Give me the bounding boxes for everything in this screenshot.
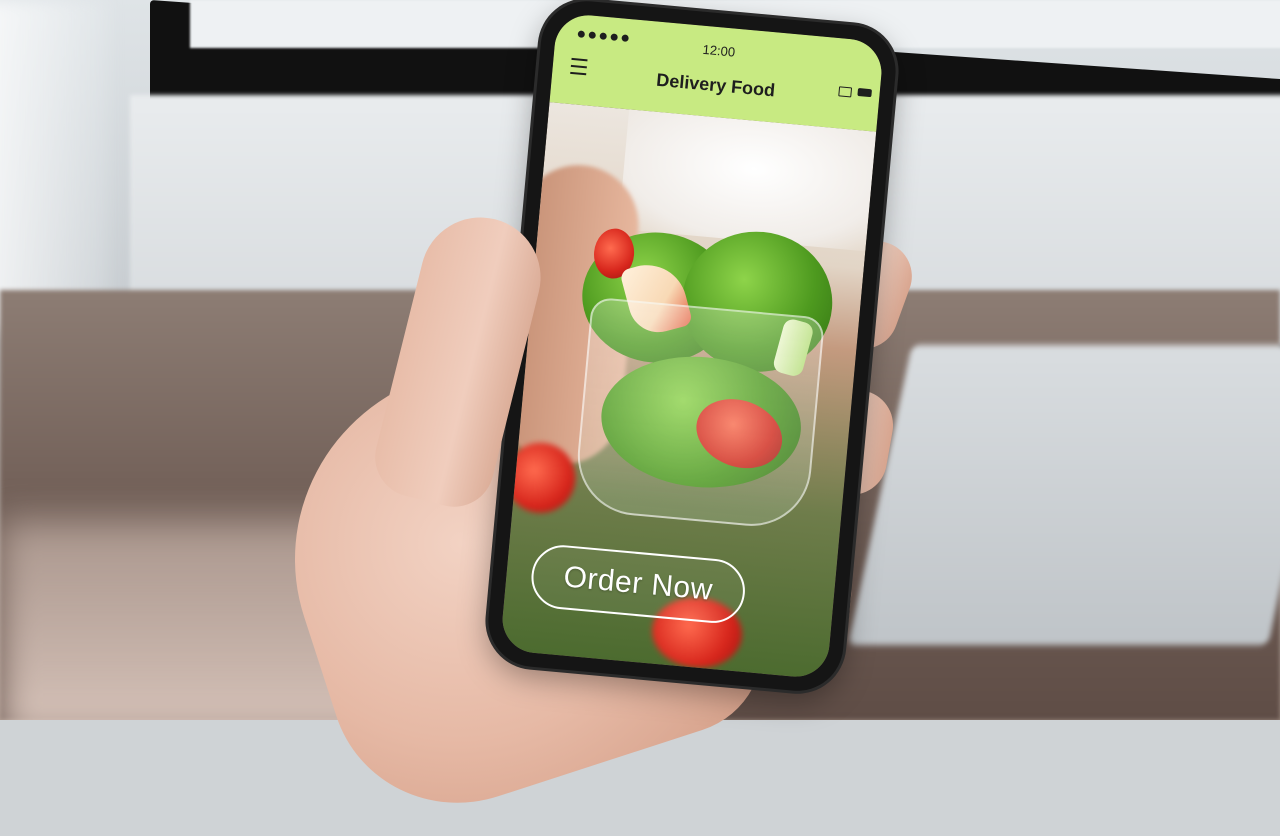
monitor-stand bbox=[848, 345, 1280, 645]
person-shirt bbox=[618, 109, 877, 253]
salad-photo: Order Now bbox=[499, 102, 877, 680]
glass-bowl bbox=[572, 296, 826, 532]
desk-foreground-blur bbox=[0, 520, 560, 720]
phone-screen: 12:00 Delivery Food Order Now bbox=[499, 12, 885, 680]
battery-icon bbox=[857, 87, 873, 98]
smartphone: 12:00 Delivery Food Order Now bbox=[484, 0, 900, 695]
window-light bbox=[0, 0, 110, 330]
mail-icon bbox=[838, 86, 853, 98]
